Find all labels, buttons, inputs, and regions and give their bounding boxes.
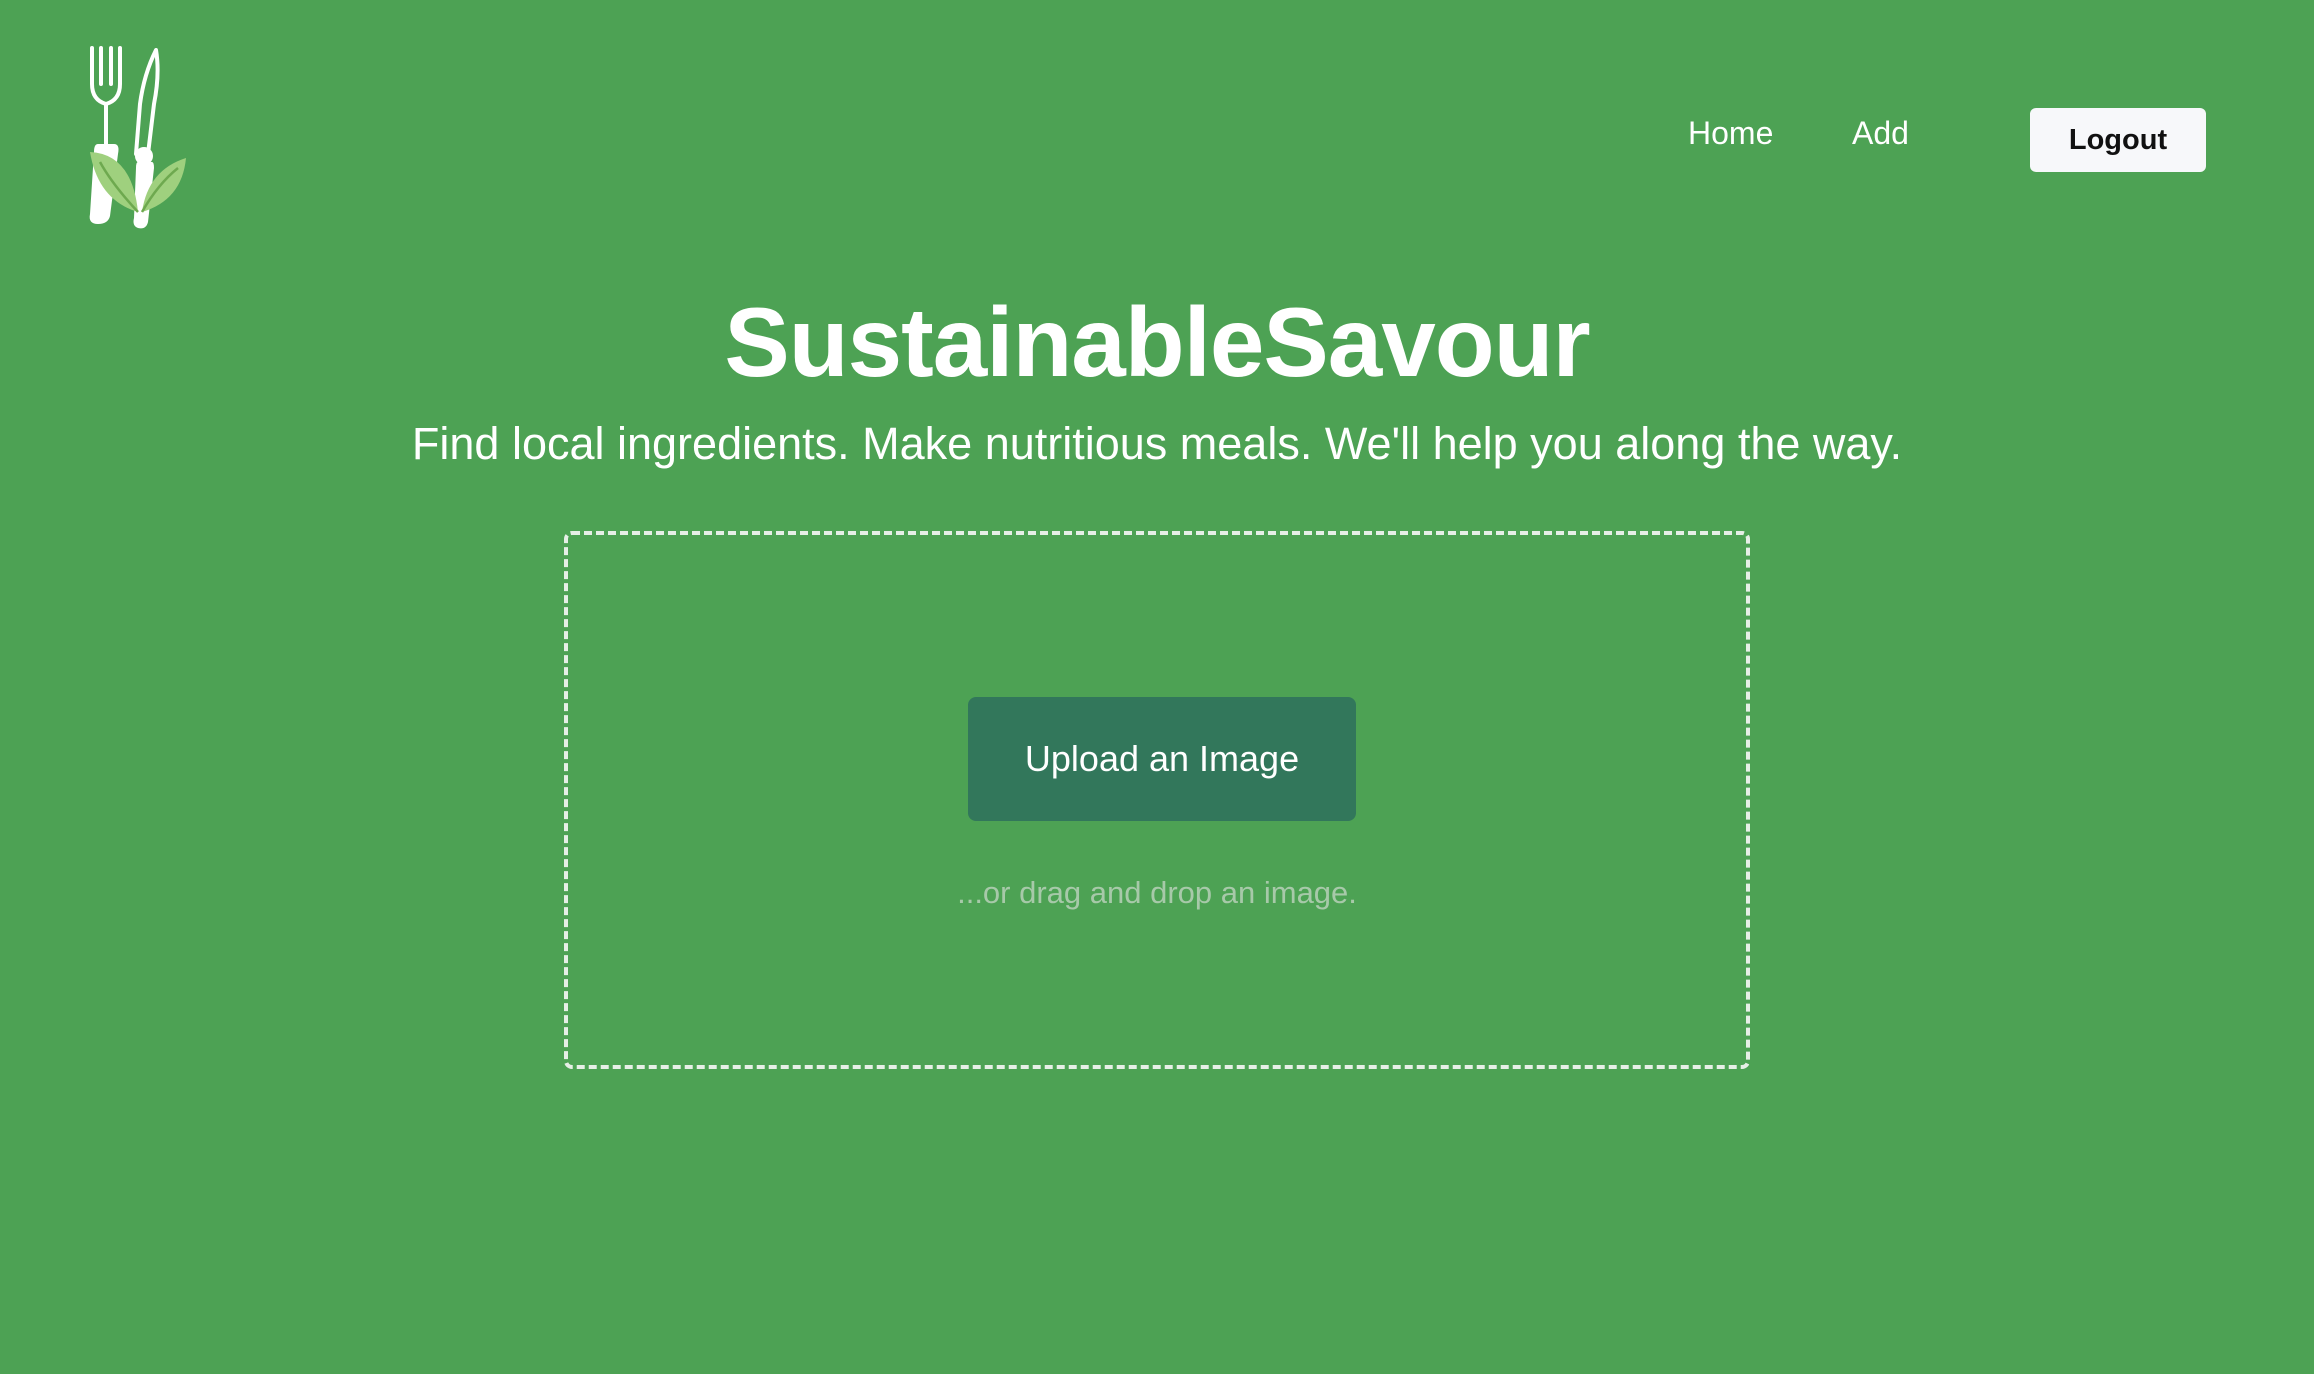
nav-home-link[interactable]: Home (1688, 108, 1773, 158)
image-dropzone[interactable]: Upload an Image ...or drag and drop an i… (564, 531, 1750, 1069)
page-title: SustainableSavour (724, 287, 1590, 397)
fork-knife-leaf-icon (89, 46, 186, 229)
nav-add-link[interactable]: Add (1852, 108, 1909, 158)
upload-image-button[interactable]: Upload an Image (968, 697, 1356, 821)
logout-button[interactable]: Logout (2030, 108, 2206, 172)
drag-drop-hint: ...or drag and drop an image. (957, 875, 1357, 910)
logo[interactable] (78, 44, 188, 234)
page-subtitle: Find local ingredients. Make nutritious … (411, 418, 1903, 469)
